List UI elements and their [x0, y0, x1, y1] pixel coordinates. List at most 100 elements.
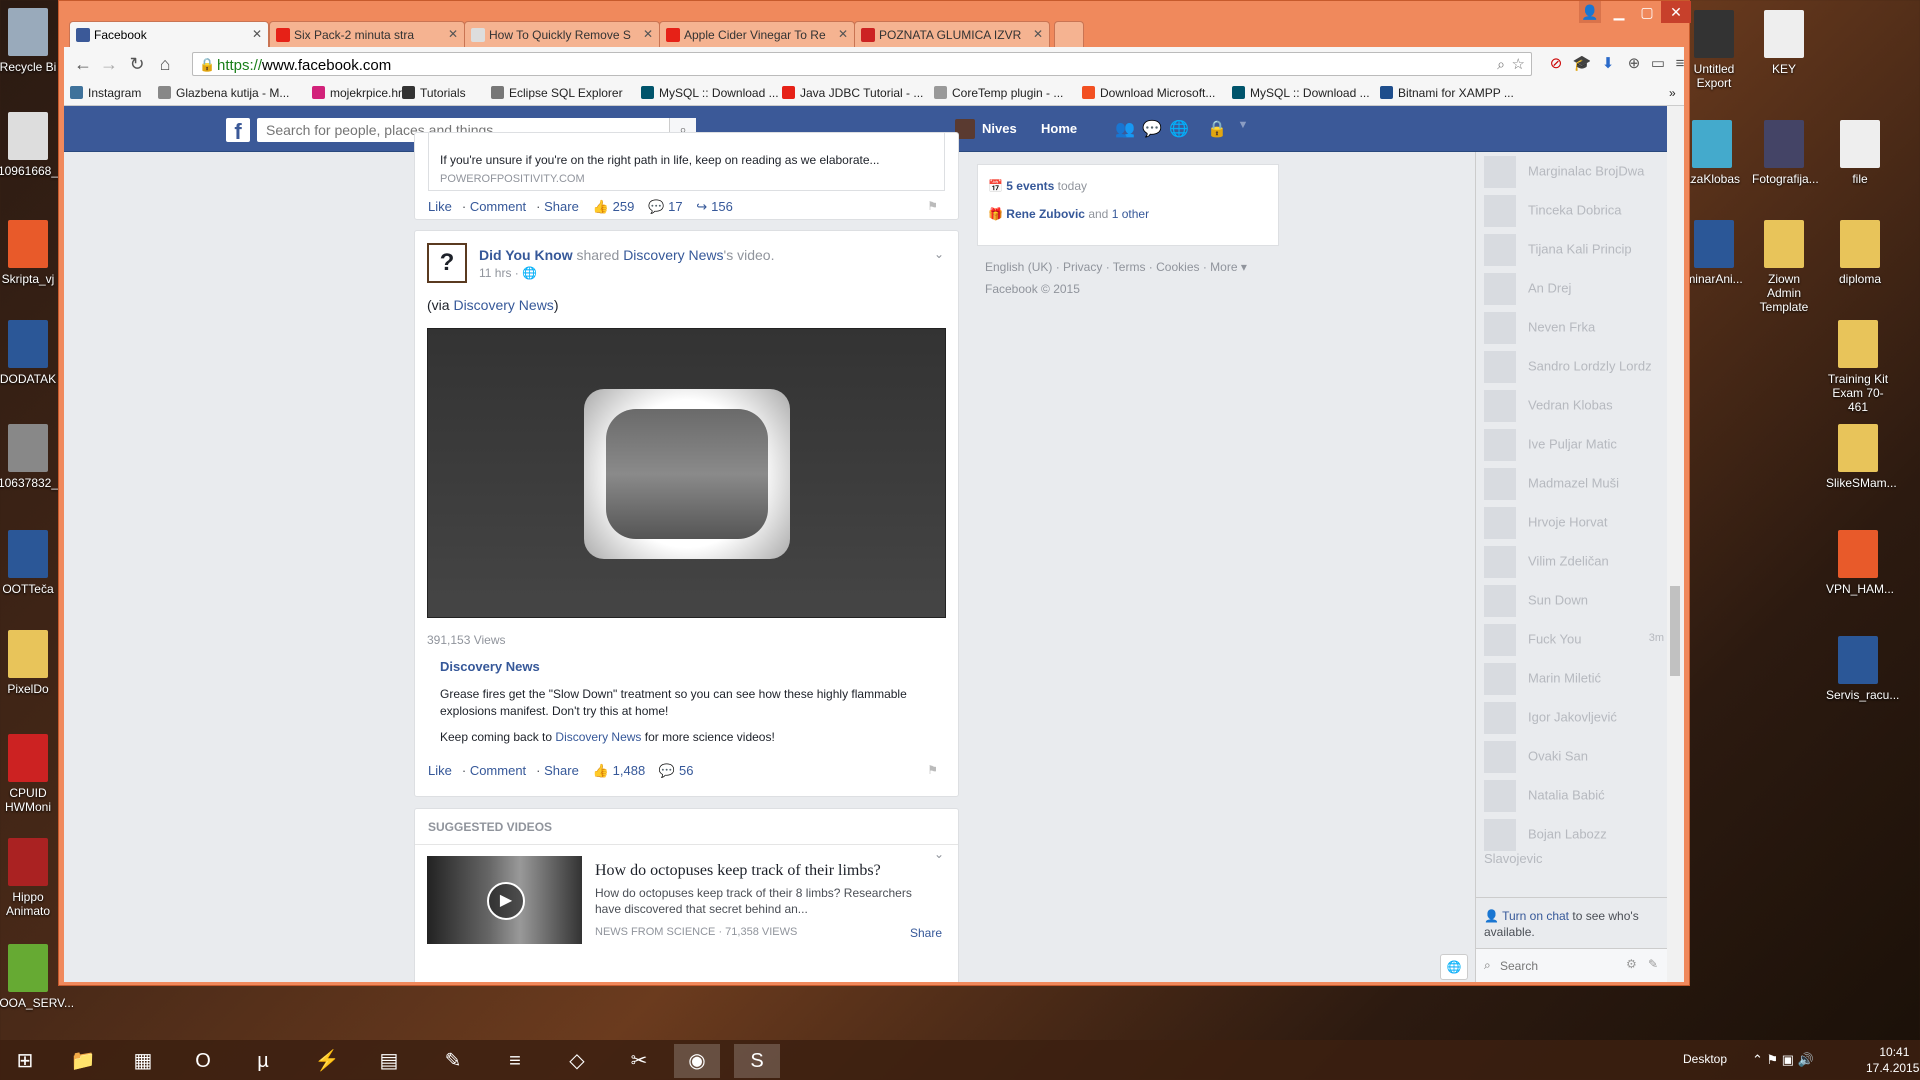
- chevron-down-icon[interactable]: ⌄: [934, 247, 944, 261]
- bookmark[interactable]: MySQL :: Download ...: [641, 86, 779, 100]
- chat-friend[interactable]: Fuck You 3m: [1484, 624, 1664, 656]
- adblock-icon[interactable]: ⊘: [1546, 54, 1566, 74]
- desktop-icon[interactable]: Servis_racu...: [1826, 636, 1899, 702]
- desktop-icon[interactable]: DODATAK: [0, 320, 60, 386]
- page-link[interactable]: Discovery News: [623, 247, 723, 263]
- bookmark-star-icon[interactable]: ☆: [1512, 55, 1525, 73]
- video-player[interactable]: [427, 328, 946, 618]
- chat-friend[interactable]: Natalia Babić: [1484, 780, 1664, 812]
- reload-button[interactable]: ↻: [126, 53, 148, 75]
- desktop-icon[interactable]: Skripta_vj: [0, 220, 60, 286]
- home-button[interactable]: ⌂: [154, 53, 176, 75]
- maximize-button[interactable]: ▢: [1633, 1, 1661, 23]
- like-link[interactable]: Like: [428, 199, 452, 214]
- chat-friend[interactable]: Sandro Lordzly Lordz: [1484, 351, 1664, 383]
- extension-globe-icon[interactable]: ⊕: [1624, 54, 1644, 74]
- desktop-toolbar[interactable]: Desktop: [1683, 1052, 1727, 1066]
- home-link[interactable]: Home: [1041, 121, 1077, 136]
- share-count[interactable]: 156: [711, 199, 733, 214]
- cast-icon[interactable]: ▭: [1648, 54, 1668, 74]
- compose-icon[interactable]: ✎: [1648, 957, 1658, 971]
- bookmark[interactable]: Glazbena kutija - M...: [158, 86, 289, 100]
- comment-count[interactable]: 17: [668, 199, 682, 214]
- close-tab-icon[interactable]: ✕: [838, 27, 848, 41]
- close-tab-icon[interactable]: ✕: [643, 27, 653, 41]
- chevron-down-icon[interactable]: ⌄: [934, 847, 944, 861]
- taskbar-app-icon[interactable]: ✂: [616, 1044, 662, 1078]
- friend-requests-icon[interactable]: 👥: [1114, 119, 1136, 139]
- link-preview[interactable]: If you're unsure if you're on the right …: [428, 133, 945, 191]
- share-link[interactable]: Share: [544, 199, 579, 214]
- bookmark[interactable]: mojekrpice.hr: [312, 86, 402, 100]
- suggested-title[interactable]: How do octopuses keep track of their lim…: [595, 862, 881, 880]
- close-window-button[interactable]: ✕: [1661, 1, 1691, 23]
- play-icon[interactable]: ▶: [487, 882, 525, 920]
- more-link[interactable]: Discovery News: [555, 730, 641, 744]
- close-tab-icon[interactable]: ✕: [1033, 27, 1043, 41]
- download-icon[interactable]: ⬇: [1598, 54, 1618, 74]
- profile-link[interactable]: Nives: [955, 119, 1017, 139]
- fb-logo-icon[interactable]: f: [226, 118, 250, 144]
- notifications-icon[interactable]: 🌐: [1168, 119, 1190, 139]
- taskbar-app-icon[interactable]: 📁: [60, 1044, 106, 1078]
- desktop-icon[interactable]: OOTTeča: [0, 530, 60, 596]
- chat-friend[interactable]: Ovaki San: [1484, 741, 1664, 773]
- taskbar-app-icon[interactable]: ▤: [366, 1044, 412, 1078]
- extension-hat-icon[interactable]: 🎓: [1572, 54, 1592, 74]
- desktop-icon[interactable]: 10961668_: [0, 112, 60, 178]
- chat-friend[interactable]: Vedran Klobas: [1484, 390, 1664, 422]
- suggested-thumbnail[interactable]: ▶: [427, 856, 582, 944]
- bookmark[interactable]: Bitnami for XAMPP ...: [1380, 86, 1514, 100]
- bookmark[interactable]: MySQL :: Download ...: [1232, 86, 1370, 100]
- profile-icon[interactable]: 👤: [1579, 1, 1601, 23]
- desktop-icon[interactable]: CPUID HWMoni: [0, 734, 60, 814]
- chat-friend[interactable]: Tinceka Dobrica: [1484, 195, 1664, 227]
- desktop-icon[interactable]: minarAni...: [1682, 220, 1746, 286]
- taskbar-app-icon[interactable]: ◉: [674, 1044, 720, 1078]
- desktop-icon[interactable]: diploma: [1828, 220, 1892, 286]
- taskbar-app-icon[interactable]: ≡: [492, 1044, 538, 1078]
- taskbar-app-icon[interactable]: µ: [240, 1044, 286, 1078]
- bookmark[interactable]: Tutorials: [402, 86, 466, 100]
- clock[interactable]: 10:41 17.4.2015.: [1866, 1044, 1920, 1076]
- new-tab-button[interactable]: [1054, 21, 1084, 47]
- taskbar-app-icon[interactable]: O: [180, 1044, 226, 1078]
- desktop-icon[interactable]: VPN_HAM...: [1826, 530, 1894, 596]
- like-count[interactable]: 1,488: [613, 763, 646, 778]
- desktop-icon[interactable]: Training Kit Exam 70-461: [1826, 320, 1890, 414]
- chat-friend[interactable]: Marginalac BrojDwa: [1484, 156, 1664, 188]
- desktop-icon[interactable]: Hippo Animato: [0, 838, 60, 918]
- comment-link[interactable]: Comment: [470, 763, 526, 778]
- comment-link[interactable]: Comment: [470, 199, 526, 214]
- desktop-icon[interactable]: Untitled Export: [1682, 10, 1746, 90]
- browser-tab[interactable]: Facebook ✕: [69, 21, 269, 47]
- browser-tab[interactable]: Apple Cider Vinegar To Re ✕: [659, 21, 855, 47]
- account-menu-icon[interactable]: ▼: [1232, 119, 1254, 139]
- taskbar-app-icon[interactable]: ▦: [120, 1044, 166, 1078]
- chat-search-input[interactable]: Search: [1500, 959, 1538, 973]
- taskbar-app-icon[interactable]: S: [734, 1044, 780, 1078]
- tray-icons[interactable]: ⌃ ⚑ ▣ 🔊: [1752, 1052, 1814, 1068]
- author-link[interactable]: Did You Know: [479, 247, 573, 263]
- desktop-icon[interactable]: file: [1828, 120, 1892, 186]
- desktop-icon[interactable]: Ziown Admin Template: [1752, 220, 1816, 314]
- taskbar-app-icon[interactable]: ⊞: [2, 1044, 48, 1078]
- bookmark[interactable]: Instagram: [70, 86, 141, 100]
- flag-icon[interactable]: ⚑: [927, 199, 938, 213]
- suggested-share-link[interactable]: Share: [910, 926, 942, 940]
- comment-count[interactable]: 56: [679, 763, 693, 778]
- footer-links[interactable]: English (UK) · Privacy · Terms · Cookies…: [985, 260, 1247, 274]
- bookmark[interactable]: Download Microsoft...: [1082, 86, 1215, 100]
- menu-icon[interactable]: ≡: [1670, 54, 1690, 74]
- desktop-icon[interactable]: Recycle Bi: [0, 8, 60, 74]
- chat-friend[interactable]: Vilim Zdeličan: [1484, 546, 1664, 578]
- bookmark[interactable]: Eclipse SQL Explorer: [491, 86, 623, 100]
- chat-friend[interactable]: Hrvoje Horvat: [1484, 507, 1664, 539]
- desktop-icon[interactable]: Fotografija...: [1752, 120, 1819, 186]
- flag-icon[interactable]: ⚑: [927, 763, 938, 777]
- globe-icon[interactable]: 🌐: [1440, 954, 1468, 980]
- zoom-icon[interactable]: ⌕: [1497, 56, 1505, 73]
- events-row[interactable]: 📅 5 events today: [988, 179, 1087, 193]
- chat-friend[interactable]: Madmazel Muši: [1484, 468, 1664, 500]
- desktop-icon[interactable]: 10637832_: [0, 424, 60, 490]
